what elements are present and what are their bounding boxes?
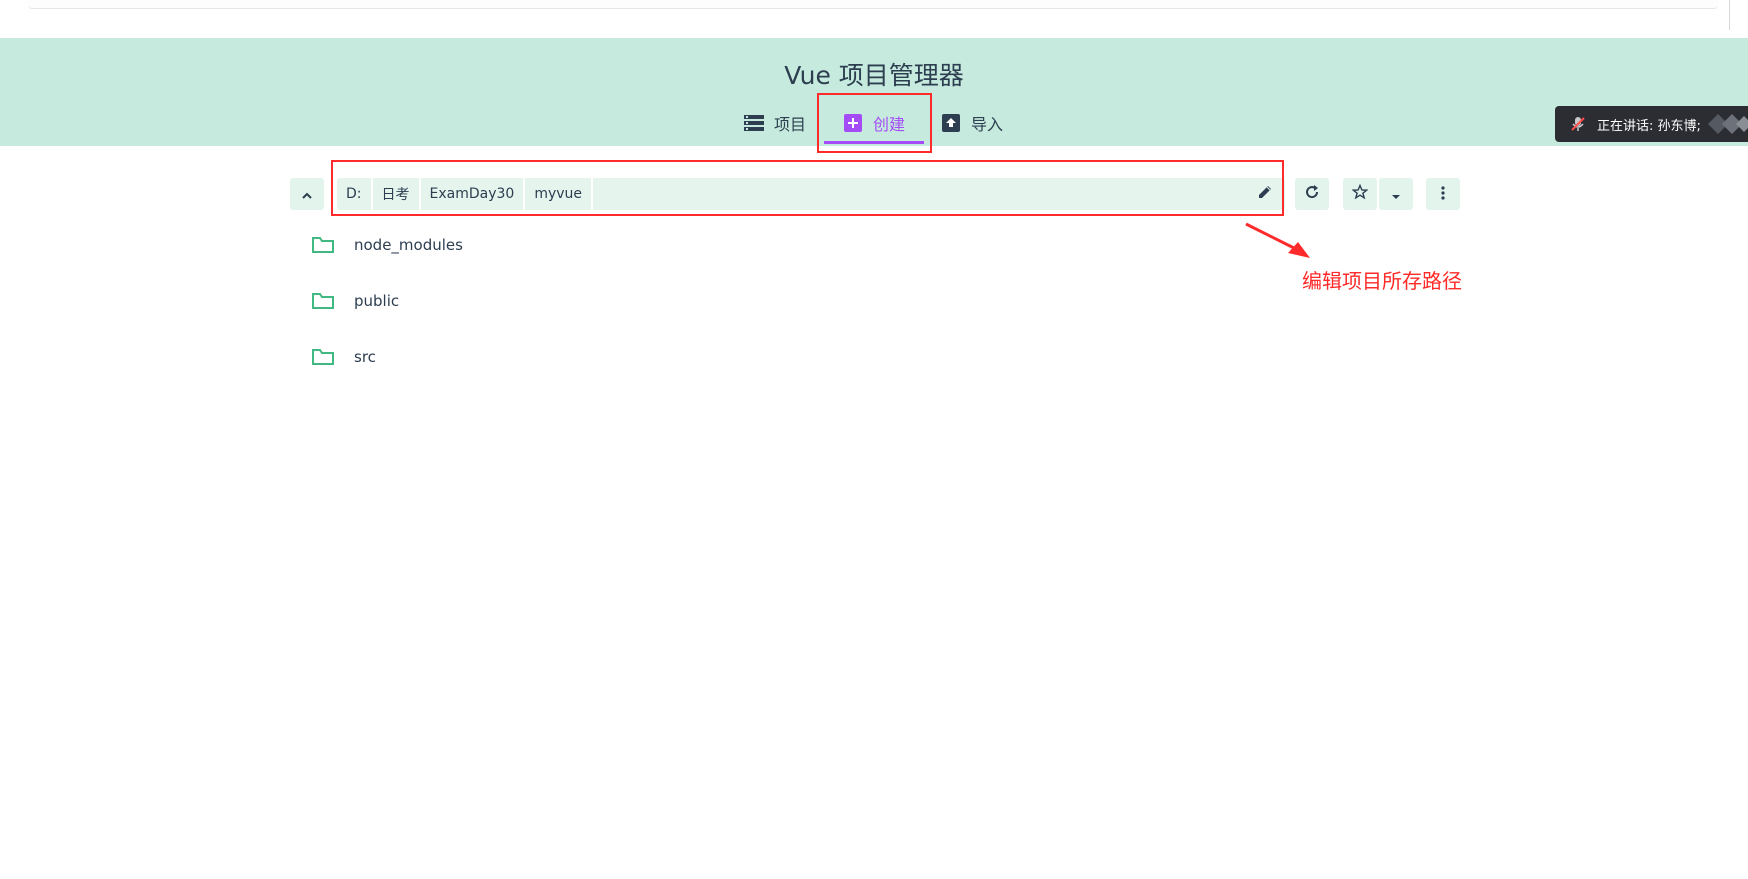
breadcrumb-segment[interactable]: myvue	[525, 178, 594, 210]
edit-path-button[interactable]	[1255, 184, 1275, 204]
tab-projects[interactable]: 项目	[744, 100, 806, 146]
path-toolbar: D: 日考 ExamDay30 myvue	[0, 176, 1748, 212]
caret-down-icon	[1391, 185, 1401, 204]
annotation-label: 编辑项目所存路径	[1302, 269, 1462, 293]
folder-name: src	[354, 348, 376, 366]
folder-name: public	[354, 292, 400, 310]
list-item[interactable]: node_modules	[300, 225, 900, 265]
tab-projects-label: 项目	[774, 115, 807, 134]
annotation-arrow	[1245, 222, 1310, 258]
browser-scroll-edge	[1729, 0, 1730, 30]
speaking-notification: 正在讲话: 孙东博;	[1555, 106, 1748, 142]
favorite-button[interactable]	[1343, 178, 1377, 210]
favorites-dropdown-button[interactable]	[1379, 178, 1413, 210]
path-breadcrumb[interactable]: D: 日考 ExamDay30 myvue	[337, 178, 1285, 210]
import-icon	[941, 113, 961, 133]
pencil-icon	[1257, 184, 1273, 204]
star-icon	[1351, 183, 1369, 204]
more-options-button[interactable]	[1426, 178, 1460, 210]
tab-create-label: 创建	[872, 115, 905, 134]
parent-folder-button[interactable]	[290, 178, 324, 210]
muted-mic-icon	[1569, 115, 1587, 133]
plus-square-icon	[843, 113, 863, 133]
chevron-up-icon	[301, 185, 313, 204]
tab-import[interactable]: 导入	[941, 100, 1003, 146]
browser-top-edge	[28, 0, 1718, 9]
list-item[interactable]: src	[300, 337, 900, 377]
list-icon	[744, 113, 764, 133]
page-title: Vue 项目管理器	[784, 61, 964, 90]
breadcrumb-segment[interactable]: 日考	[373, 178, 421, 210]
active-tab-indicator	[824, 141, 924, 144]
breadcrumb-segment[interactable]: ExamDay30	[421, 178, 526, 210]
folder-name: node_modules	[354, 236, 463, 254]
main-tabs: 项目 创建 导入	[0, 100, 1748, 146]
breadcrumb-segment[interactable]: D:	[337, 178, 373, 210]
folder-icon	[312, 348, 334, 366]
refresh-icon	[1304, 184, 1320, 204]
app-header: Vue 项目管理器 项目 创建 导入	[0, 38, 1748, 146]
speaking-notification-text: 正在讲话: 孙东博;	[1597, 118, 1701, 134]
list-item[interactable]: public	[300, 281, 900, 321]
more-vertical-icon	[1441, 185, 1445, 204]
folder-icon	[312, 236, 334, 254]
notification-decoration	[1704, 106, 1748, 142]
tab-create[interactable]: 创建	[824, 100, 924, 146]
browser-top-strip	[0, 0, 1748, 36]
folder-icon	[312, 292, 334, 310]
refresh-button[interactable]	[1295, 178, 1329, 210]
tab-import-label: 导入	[971, 115, 1004, 134]
